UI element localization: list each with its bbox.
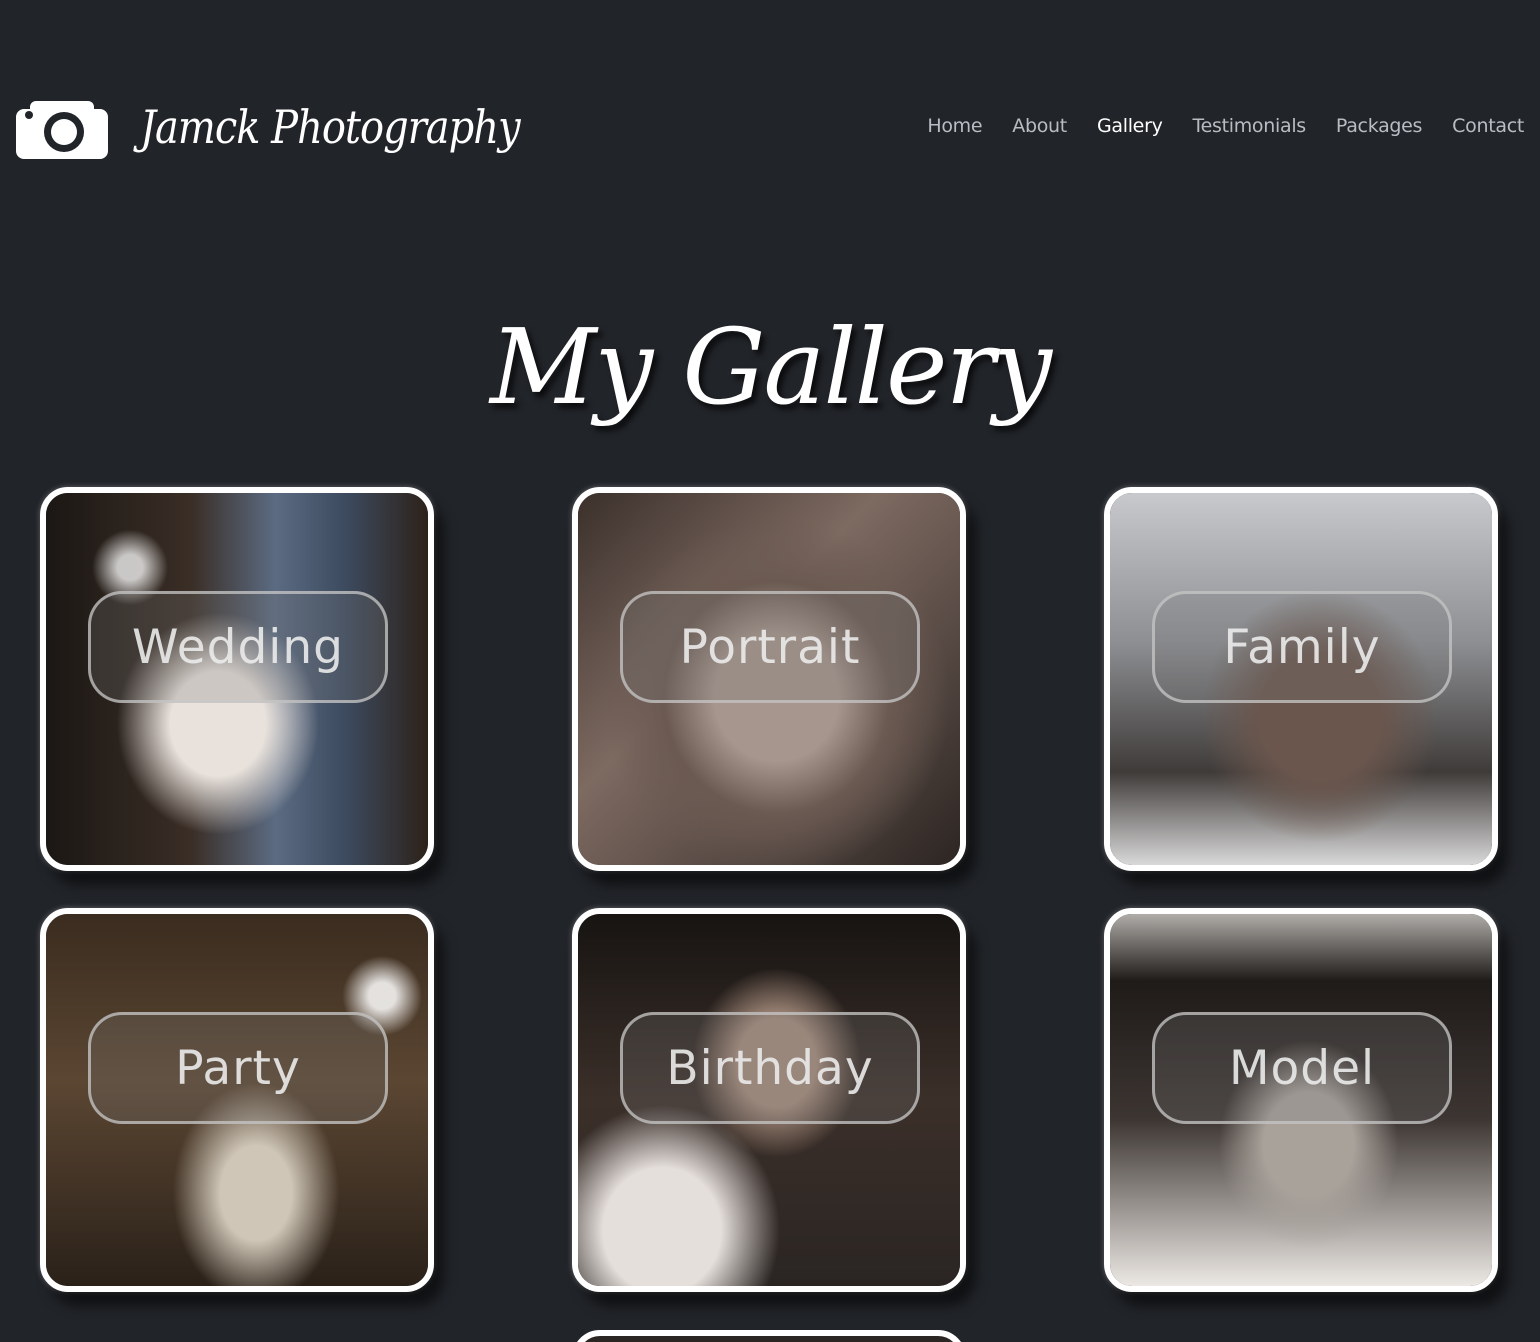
card-label: Wedding bbox=[132, 619, 344, 675]
card-label-box: Family bbox=[1152, 591, 1452, 703]
nav-about[interactable]: About bbox=[1012, 115, 1067, 137]
card-label-box: Party bbox=[88, 1012, 388, 1124]
gallery-card-portrait[interactable]: Portrait bbox=[572, 487, 966, 871]
card-label-box: Portrait bbox=[620, 591, 920, 703]
card-label: Portrait bbox=[679, 619, 861, 675]
nav-packages[interactable]: Packages bbox=[1336, 115, 1423, 137]
gallery-card-birthday[interactable]: Birthday bbox=[572, 908, 966, 1292]
card-label: Party bbox=[175, 1040, 301, 1096]
card-label: Family bbox=[1223, 619, 1381, 675]
main-nav: Home About Gallery Testimonials Packages… bbox=[927, 115, 1524, 137]
nav-testimonials[interactable]: Testimonials bbox=[1193, 115, 1307, 137]
gallery-card-party[interactable]: Party bbox=[40, 908, 434, 1292]
gallery-card-wedding[interactable]: Wedding bbox=[40, 487, 434, 871]
brand-name: Jamck Photography bbox=[140, 101, 521, 155]
gallery-title: My Gallery bbox=[490, 306, 1052, 428]
card-label-box: Model bbox=[1152, 1012, 1452, 1124]
card-label: Birthday bbox=[666, 1040, 874, 1096]
nav-home[interactable]: Home bbox=[927, 115, 982, 137]
nav-gallery[interactable]: Gallery bbox=[1097, 115, 1163, 137]
site-header: Jamck Photography Home About Gallery Tes… bbox=[0, 0, 1540, 230]
camera-icon bbox=[16, 101, 108, 159]
card-label: Model bbox=[1228, 1040, 1376, 1096]
card-label-box: Birthday bbox=[620, 1012, 920, 1124]
nav-contact[interactable]: Contact bbox=[1452, 115, 1524, 137]
gallery-card-family[interactable]: Family bbox=[1104, 487, 1498, 871]
card-label-box: Wedding bbox=[88, 591, 388, 703]
logo[interactable]: Jamck Photography bbox=[14, 95, 521, 161]
page: Jamck Photography Home About Gallery Tes… bbox=[0, 0, 1540, 1342]
gallery-card-partial[interactable] bbox=[572, 1330, 966, 1342]
gallery-card-model[interactable]: Model bbox=[1104, 908, 1498, 1292]
